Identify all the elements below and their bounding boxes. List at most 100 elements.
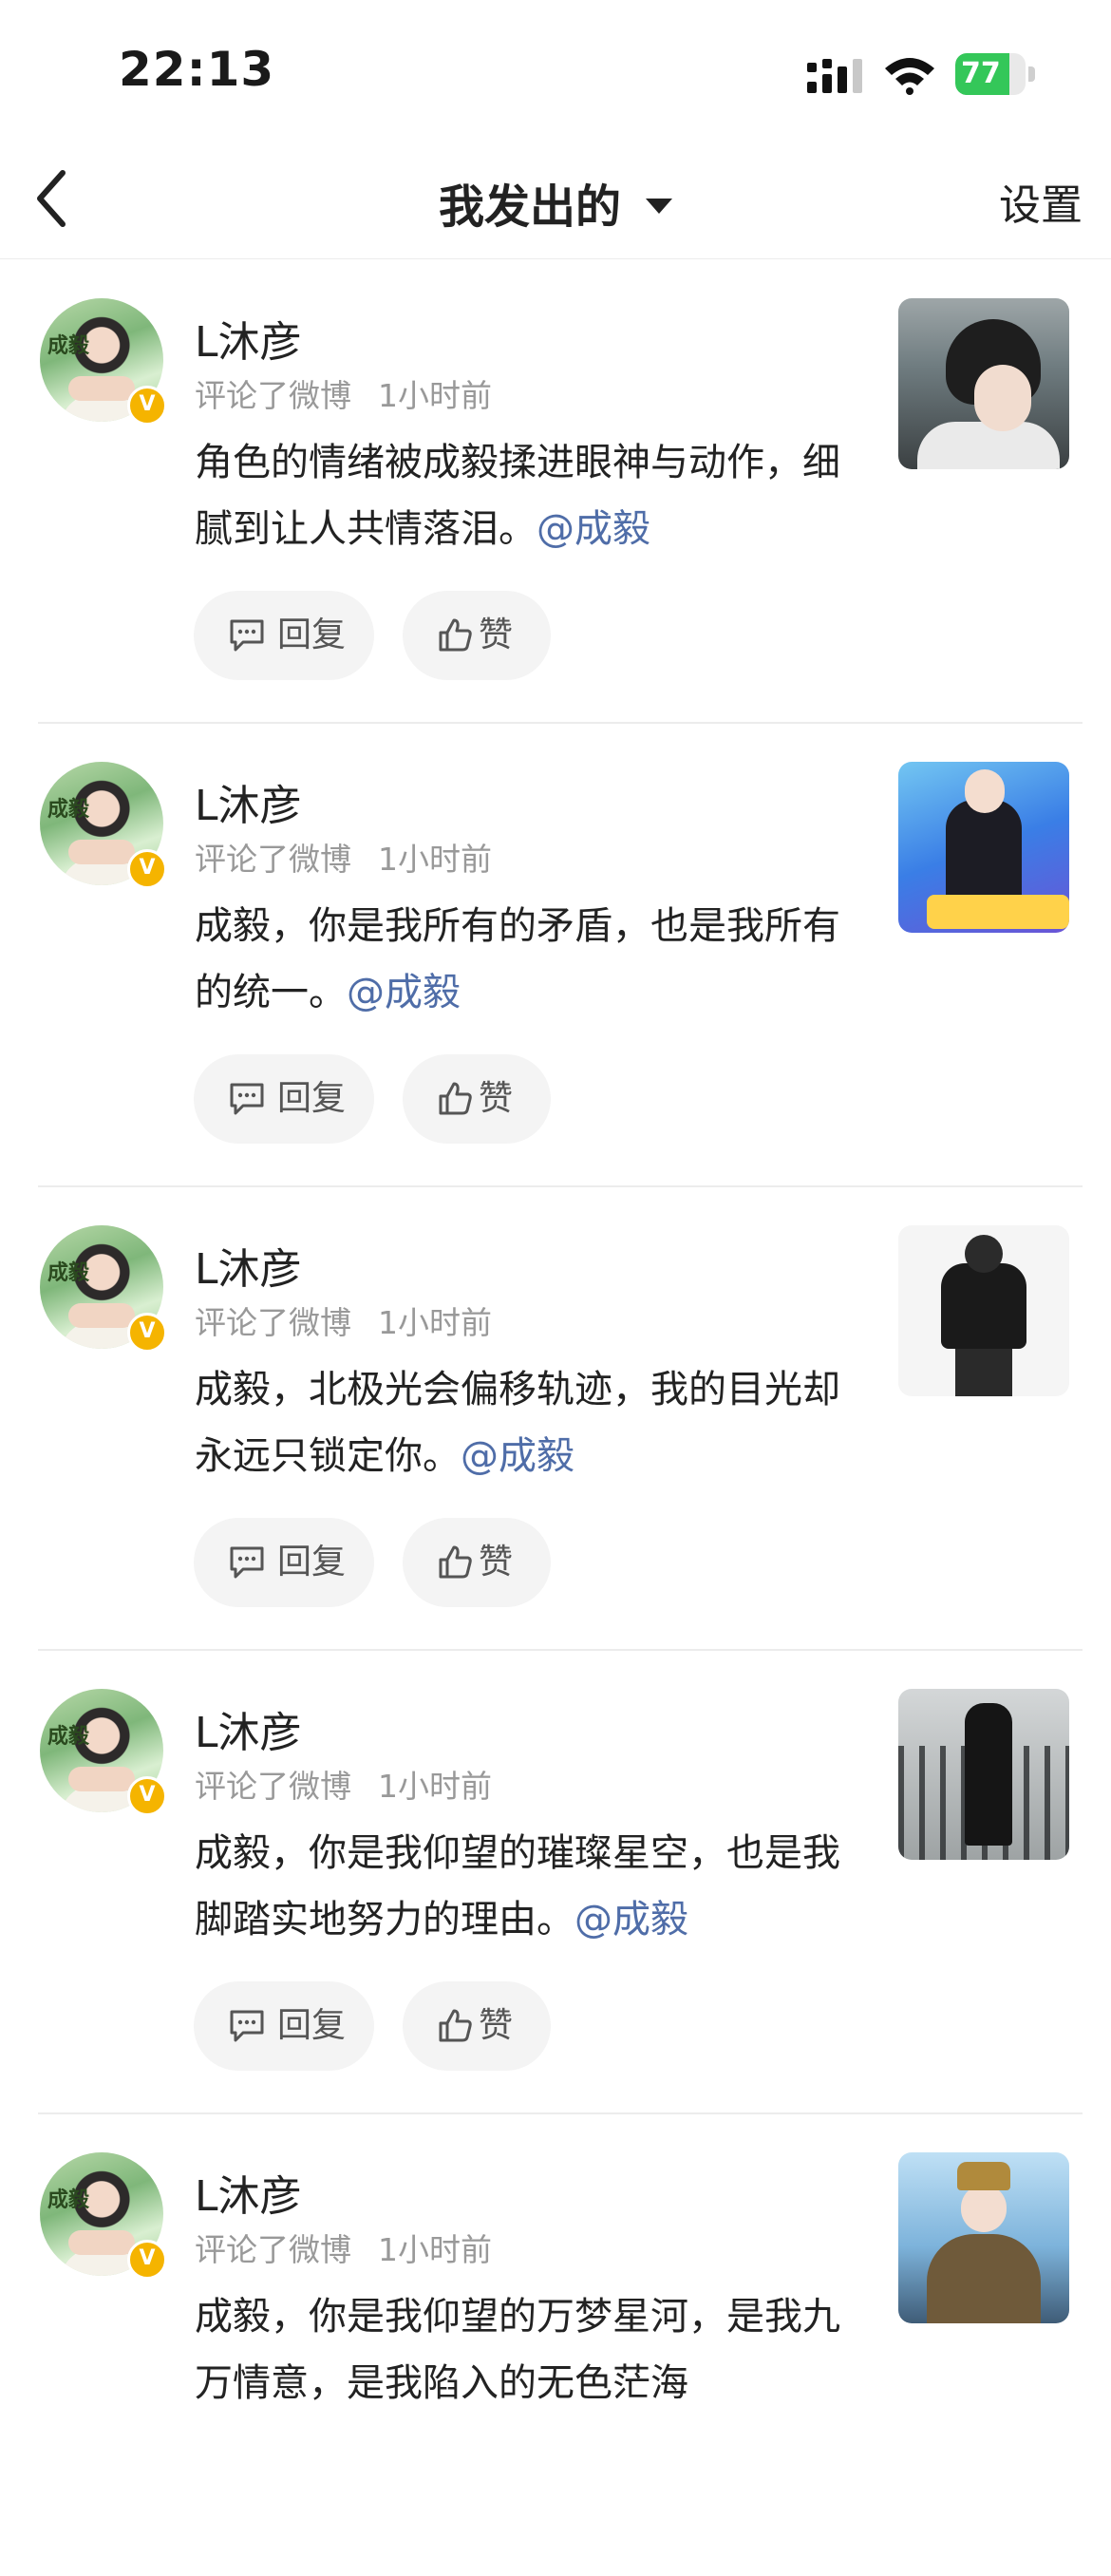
comment-item: 成毅 V L沐彦 评论了微博 1小时前 角色的情绪被成毅揉进眼神与动作，细腻到让人… (0, 258, 1111, 722)
comment-body: 角色的情绪被成毅揉进眼神与动作，细腻到让人共情落泪。 (195, 441, 840, 551)
avatar-glyph: 成毅 (47, 1725, 90, 1749)
dropdown-caret-icon (646, 199, 672, 214)
thumbs-up-icon (439, 2009, 472, 2042)
time-ago: 1小时前 (378, 377, 492, 414)
action-text: 评论了微博 (195, 841, 351, 878)
verified-badge-icon: V (127, 1313, 167, 1353)
post-thumbnail[interactable] (898, 2152, 1069, 2323)
thumbnail-figure-crown (957, 2162, 1010, 2190)
cellular-signal-icon (807, 59, 862, 93)
settings-button[interactable]: 设置 (999, 171, 1083, 232)
comment-item: 成毅 V L沐彦 评论了微博 1小时前 成毅，你是我仰望的万梦星河，是我九万情意，… (0, 2112, 1111, 2576)
like-label: 赞 (479, 1543, 514, 1582)
reply-label: 回复 (277, 2006, 347, 2045)
status-time: 22:13 (119, 42, 275, 97)
thumbnail-figure-head (965, 1235, 1003, 1273)
nav-bar: 我发出的 设置 (0, 142, 1111, 259)
like-button[interactable]: 赞 (403, 1981, 551, 2071)
post-thumbnail[interactable] (898, 298, 1069, 469)
time-ago: 1小时前 (378, 841, 492, 878)
thumbnail-figure-body (917, 422, 1060, 469)
avatar-hand (68, 1303, 135, 1328)
thumbs-up-icon (439, 1082, 472, 1115)
comment-text[interactable]: 成毅，你是我仰望的璀璨星空，也是我脚踏实地努力的理由。@成毅 (195, 1820, 840, 1953)
verified-badge-icon: V (127, 2240, 167, 2280)
username[interactable]: L沐彦 (195, 308, 302, 369)
avatar-glyph: 成毅 (47, 2188, 90, 2212)
like-label: 赞 (479, 616, 514, 654)
time-ago: 1小时前 (378, 1768, 492, 1805)
username[interactable]: L沐彦 (195, 1698, 302, 1759)
comment-meta: 评论了微博 1小时前 (195, 834, 492, 880)
avatar-hand (68, 2230, 135, 2255)
comment-text[interactable]: 角色的情绪被成毅揉进眼神与动作，细腻到让人共情落泪。@成毅 (195, 429, 840, 562)
reply-button[interactable]: 回复 (194, 1518, 374, 1607)
mention-link[interactable]: @成毅 (537, 507, 650, 551)
like-button[interactable]: 赞 (403, 1054, 551, 1144)
mention-link[interactable]: @成毅 (461, 1434, 574, 1478)
thumbs-up-icon (439, 618, 472, 652)
battery-body: 77 (955, 53, 1026, 95)
comment-text[interactable]: 成毅，北极光会偏移轨迹，我的目光却永远只锁定你。@成毅 (195, 1356, 840, 1489)
reply-label: 回复 (277, 1079, 347, 1118)
comment-text[interactable]: 成毅，你是我仰望的万梦星河，是我九万情意，是我陷入的无色茫海 (195, 2283, 840, 2416)
comment-item: 成毅 V L沐彦 评论了微博 1小时前 成毅，你是我仰望的璀璨星空，也是我脚踏实地… (0, 1649, 1111, 2112)
comment-meta: 评论了微博 1小时前 (195, 370, 492, 416)
battery-cap (1028, 66, 1035, 82)
comment-body: 成毅，你是我仰望的万梦星河，是我九万情意，是我陷入的无色茫海 (195, 2295, 840, 2405)
username[interactable]: L沐彦 (195, 771, 302, 832)
comment-feed: 成毅 V L沐彦 评论了微博 1小时前 角色的情绪被成毅揉进眼神与动作，细腻到让人… (0, 258, 1111, 2576)
comment-item: 成毅 V L沐彦 评论了微博 1小时前 成毅，你是我所有的矛盾，也是我所有的统一。… (0, 722, 1111, 1185)
mention-link[interactable]: @成毅 (574, 1898, 688, 1941)
comment-body: 成毅，你是我所有的矛盾，也是我所有的统一。 (195, 904, 840, 1014)
reply-button[interactable]: 回复 (194, 1981, 374, 2071)
thumbnail-figure-legs (955, 1347, 1012, 1396)
like-button[interactable]: 赞 (403, 1518, 551, 1607)
comment-item: 成毅 V L沐彦 评论了微博 1小时前 成毅，北极光会偏移轨迹，我的目光却永远只锁… (0, 1185, 1111, 1649)
like-label: 赞 (479, 2006, 514, 2045)
thumbnail-figure-jacket (941, 1263, 1026, 1349)
battery-indicator: 77 (955, 53, 1037, 95)
comment-text[interactable]: 成毅，你是我所有的矛盾，也是我所有的统一。@成毅 (195, 893, 840, 1026)
like-button[interactable]: 赞 (403, 591, 551, 680)
action-text: 评论了微博 (195, 2231, 351, 2268)
avatar-glyph: 成毅 (47, 798, 90, 822)
avatar-hand (68, 376, 135, 401)
page-title: 我发出的 (438, 180, 621, 234)
reply-label: 回复 (277, 1543, 347, 1582)
post-thumbnail[interactable] (898, 1225, 1069, 1396)
time-ago: 1小时前 (378, 2231, 492, 2268)
reply-button[interactable]: 回复 (194, 1054, 374, 1144)
verified-badge-icon: V (127, 849, 167, 889)
reply-button[interactable]: 回复 (194, 591, 374, 680)
verified-badge-icon: V (127, 386, 167, 426)
thumbnail-figure-head (961, 2185, 1007, 2232)
verified-badge-icon: V (127, 1776, 167, 1816)
mention-link[interactable]: @成毅 (347, 971, 461, 1014)
thumbnail-banner (927, 895, 1069, 929)
comment-icon (230, 619, 264, 652)
page-title-dropdown[interactable]: 我发出的 (0, 169, 1111, 236)
action-text: 评论了微博 (195, 1768, 351, 1805)
post-thumbnail[interactable] (898, 1689, 1069, 1860)
comment-meta: 评论了微博 1小时前 (195, 1297, 492, 1343)
action-text: 评论了微博 (195, 1304, 351, 1341)
avatar-hand (68, 1767, 135, 1791)
status-bar: 22:13 77 (0, 0, 1111, 142)
username[interactable]: L沐彦 (195, 1235, 302, 1296)
avatar-hand (68, 840, 135, 864)
action-text: 评论了微博 (195, 377, 351, 414)
username[interactable]: L沐彦 (195, 2162, 302, 2223)
thumbnail-figure (965, 1703, 1012, 1846)
wifi-icon (885, 58, 934, 95)
comment-meta: 评论了微博 1小时前 (195, 2225, 492, 2270)
thumbnail-figure-face (974, 365, 1031, 431)
comment-icon (230, 1083, 264, 1115)
battery-level-text: 77 (961, 57, 1001, 90)
avatar-glyph: 成毅 (47, 1261, 90, 1285)
time-ago: 1小时前 (378, 1304, 492, 1341)
comment-meta: 评论了微博 1小时前 (195, 1761, 492, 1807)
post-thumbnail[interactable] (898, 762, 1069, 933)
comment-body: 成毅，你是我仰望的璀璨星空，也是我脚踏实地努力的理由。 (195, 1831, 840, 1941)
avatar-glyph: 成毅 (47, 334, 90, 358)
